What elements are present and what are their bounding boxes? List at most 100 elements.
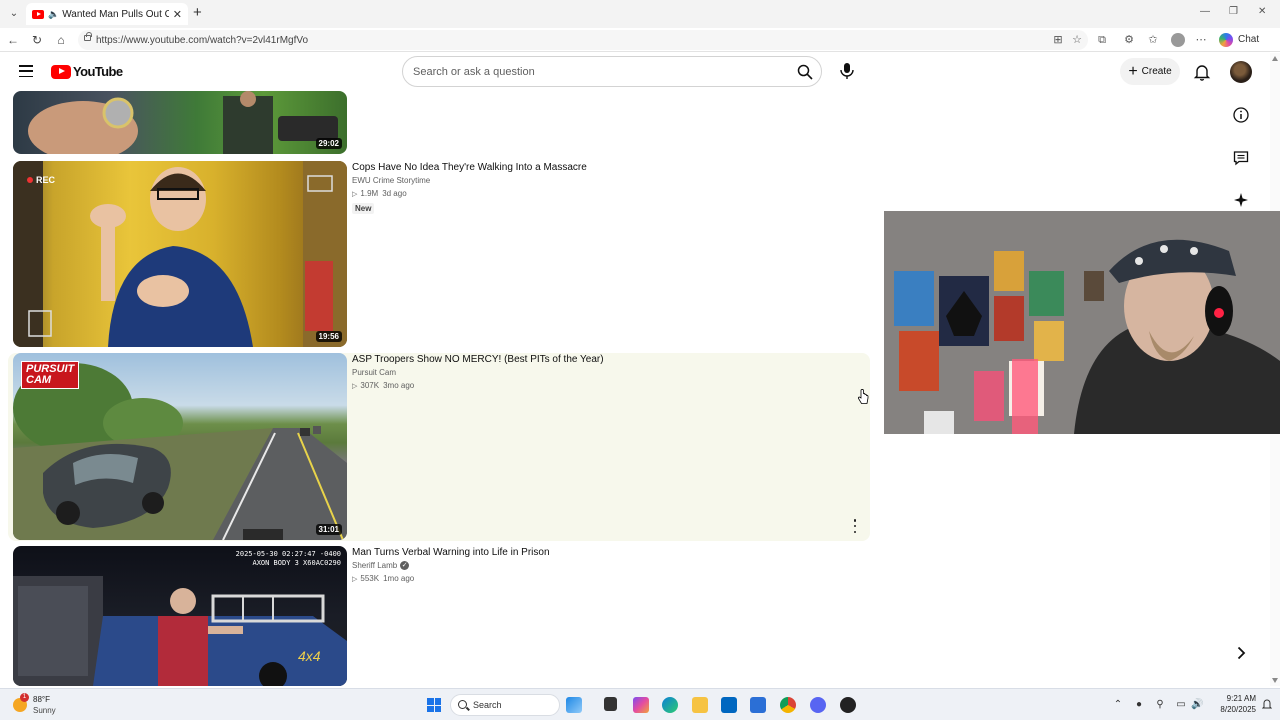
- new-tab-icon[interactable]: +: [193, 5, 202, 21]
- discord-icon[interactable]: [810, 697, 826, 713]
- copilot-chat-label[interactable]: Chat: [1238, 34, 1259, 45]
- back-icon[interactable]: ←: [5, 32, 21, 48]
- taskbar-search[interactable]: Search: [450, 694, 560, 716]
- weather-condition[interactable]: Sunny: [33, 706, 56, 715]
- tab-title: Wanted Man Pulls Out Chains: [62, 8, 169, 20]
- task-view-icon[interactable]: [604, 697, 617, 711]
- video-list-item[interactable]: 29:02: [8, 91, 870, 155]
- weather-temperature[interactable]: 88°F: [33, 695, 50, 704]
- tab-actions-menu-icon[interactable]: ⌄: [6, 6, 22, 22]
- restore-icon[interactable]: ❐: [1229, 6, 1238, 17]
- view-count: 307K: [360, 381, 380, 390]
- copilot-icon[interactable]: [1219, 33, 1233, 47]
- more-actions-icon[interactable]: [850, 519, 860, 533]
- youtube-account-avatar[interactable]: [1230, 61, 1252, 83]
- search-input[interactable]: [413, 64, 783, 80]
- youtube-favicon-icon: [32, 9, 44, 19]
- channel-name[interactable]: Sheriff Lamb ✓: [352, 561, 852, 570]
- edge-browser-icon[interactable]: [662, 697, 678, 713]
- video-list-item[interactable]: 4x4 2025-05-30 02:27:47 -0400 AXON BODY …: [8, 546, 870, 686]
- new-badge: New: [352, 203, 375, 214]
- info-icon[interactable]: [1232, 106, 1250, 124]
- taskbar-clock-time[interactable]: 9:21 AM: [1222, 694, 1256, 703]
- jet-ski-app-icon[interactable]: [566, 697, 582, 713]
- video-duration: 31:01: [315, 524, 342, 535]
- browser-tab-active[interactable]: 🔈 Wanted Man Pulls Out Chains ✕: [26, 3, 188, 25]
- file-explorer-icon[interactable]: [692, 697, 708, 713]
- channel-name-text: Pursuit Cam: [352, 368, 397, 377]
- youtube-logo[interactable]: YouTube: [51, 64, 123, 79]
- video-thumbnail[interactable]: 29:02: [13, 91, 347, 154]
- refresh-icon[interactable]: ↻: [29, 32, 45, 48]
- microsoft-store-icon[interactable]: [721, 697, 737, 713]
- address-bar[interactable]: https://www.youtube.com/watch?v=2vl41rMg…: [78, 30, 1088, 50]
- tray-app-icon[interactable]: ●: [1133, 699, 1145, 711]
- weather-alert-badge: 1: [20, 693, 29, 702]
- tab-close-icon[interactable]: ✕: [173, 8, 182, 21]
- notification-bell-icon[interactable]: [1262, 698, 1272, 710]
- windows-start-icon[interactable]: [427, 698, 441, 712]
- comments-icon[interactable]: [1232, 149, 1250, 167]
- video-title[interactable]: ASP Troopers Show NO MERCY! (Best PITs o…: [352, 353, 852, 366]
- create-button[interactable]: + Create: [1120, 58, 1180, 85]
- usb-icon[interactable]: ⚲: [1154, 699, 1166, 711]
- show-hidden-icons-icon[interactable]: ⌃: [1112, 699, 1124, 711]
- url-text: https://www.youtube.com/watch?v=2vl41rMg…: [96, 34, 309, 46]
- minimize-icon[interactable]: —: [1200, 6, 1210, 17]
- video-list-item[interactable]: REC 19:56 Cops Have No Idea They're Walk…: [8, 161, 870, 348]
- taskbar-search-icon: [458, 700, 467, 709]
- channel-name[interactable]: Pursuit Cam: [352, 368, 852, 377]
- channel-name-text: Sheriff Lamb: [352, 561, 398, 570]
- app-available-icon[interactable]: ⊞: [1051, 33, 1065, 47]
- lock-icon: [84, 32, 92, 41]
- browser-profile-avatar[interactable]: [1171, 33, 1185, 47]
- views-play-icon: ▷: [352, 575, 358, 583]
- video-thumbnail[interactable]: REC 19:56: [13, 161, 347, 347]
- video-thumbnail[interactable]: PURSUIT CAM 31:01: [13, 353, 347, 540]
- split-screen-icon[interactable]: ⧉: [1095, 33, 1109, 47]
- rec-overlay-text: REC: [27, 175, 55, 185]
- scroll-down-arrow-icon[interactable]: [1272, 678, 1278, 683]
- youtube-logo-text: YouTube: [73, 64, 123, 79]
- copilot-app-icon[interactable]: [633, 697, 649, 713]
- pursuit-cam-logo: PURSUIT CAM: [21, 361, 80, 389]
- favorites-icon[interactable]: ✩: [1146, 33, 1160, 47]
- video-list-item-hovered[interactable]: PURSUIT CAM 31:01 ASP Troopers Show NO ME…: [8, 353, 870, 541]
- audio-playing-icon[interactable]: 🔈: [48, 9, 59, 20]
- bodycam-device-id: AXON BODY 3 X60AC0290: [252, 559, 341, 567]
- chevron-right-icon[interactable]: [1232, 644, 1250, 662]
- channel-name[interactable]: EWU Crime Storytime: [352, 176, 852, 185]
- notifications-bell-icon[interactable]: [1193, 63, 1211, 81]
- video-stats: ▷ 1.9M 3d ago: [352, 189, 852, 198]
- favorite-star-icon[interactable]: ☆: [1070, 33, 1084, 47]
- window-close-icon[interactable]: ✕: [1258, 6, 1266, 17]
- webcam-overlay: [884, 211, 1280, 434]
- microphone-icon[interactable]: [836, 58, 858, 84]
- ask-ai-sparkle-icon[interactable]: [1232, 191, 1250, 209]
- thumbnail-image: [13, 161, 347, 347]
- search-icon[interactable]: [797, 64, 813, 80]
- volume-icon[interactable]: 🔊: [1191, 699, 1203, 711]
- home-icon[interactable]: ⌂: [53, 32, 69, 48]
- view-count: 1.9M: [360, 189, 379, 198]
- video-thumbnail[interactable]: 4x4 2025-05-30 02:27:47 -0400 AXON BODY …: [13, 546, 347, 686]
- bodycam-timestamp-overlay: 2025-05-30 02:27:47 -0400 AXON BODY 3 X6…: [236, 550, 341, 568]
- hamburger-menu-icon[interactable]: [19, 65, 33, 77]
- youtube-play-logo-icon: [51, 64, 71, 79]
- taskbar-clock-date[interactable]: 8/20/2025: [1212, 705, 1256, 714]
- obs-studio-icon[interactable]: [840, 697, 856, 713]
- video-title[interactable]: Cops Have No Idea They're Walking Into a…: [352, 161, 852, 174]
- video-meta: Man Turns Verbal Warning into Life in Pr…: [352, 546, 852, 583]
- extensions-icon[interactable]: ⚙: [1122, 33, 1136, 47]
- plus-icon: +: [1128, 62, 1138, 80]
- video-title[interactable]: Man Turns Verbal Warning into Life in Pr…: [352, 546, 852, 559]
- video-meta: Cops Have No Idea They're Walking Into a…: [352, 161, 852, 216]
- network-icon[interactable]: ▭: [1175, 699, 1187, 711]
- scroll-up-arrow-icon[interactable]: [1272, 56, 1278, 61]
- browser-navbar: ← ↻ ⌂ https://www.youtube.com/watch?v=2v…: [0, 28, 1280, 52]
- browser-tab-strip: ⌄ 🔈 Wanted Man Pulls Out Chains ✕ + — ❐ …: [0, 0, 1280, 28]
- chrome-icon[interactable]: [780, 697, 796, 713]
- video-duration: 19:56: [315, 331, 342, 342]
- outlook-icon[interactable]: [750, 697, 766, 713]
- more-menu-icon[interactable]: ⋯: [1194, 33, 1208, 47]
